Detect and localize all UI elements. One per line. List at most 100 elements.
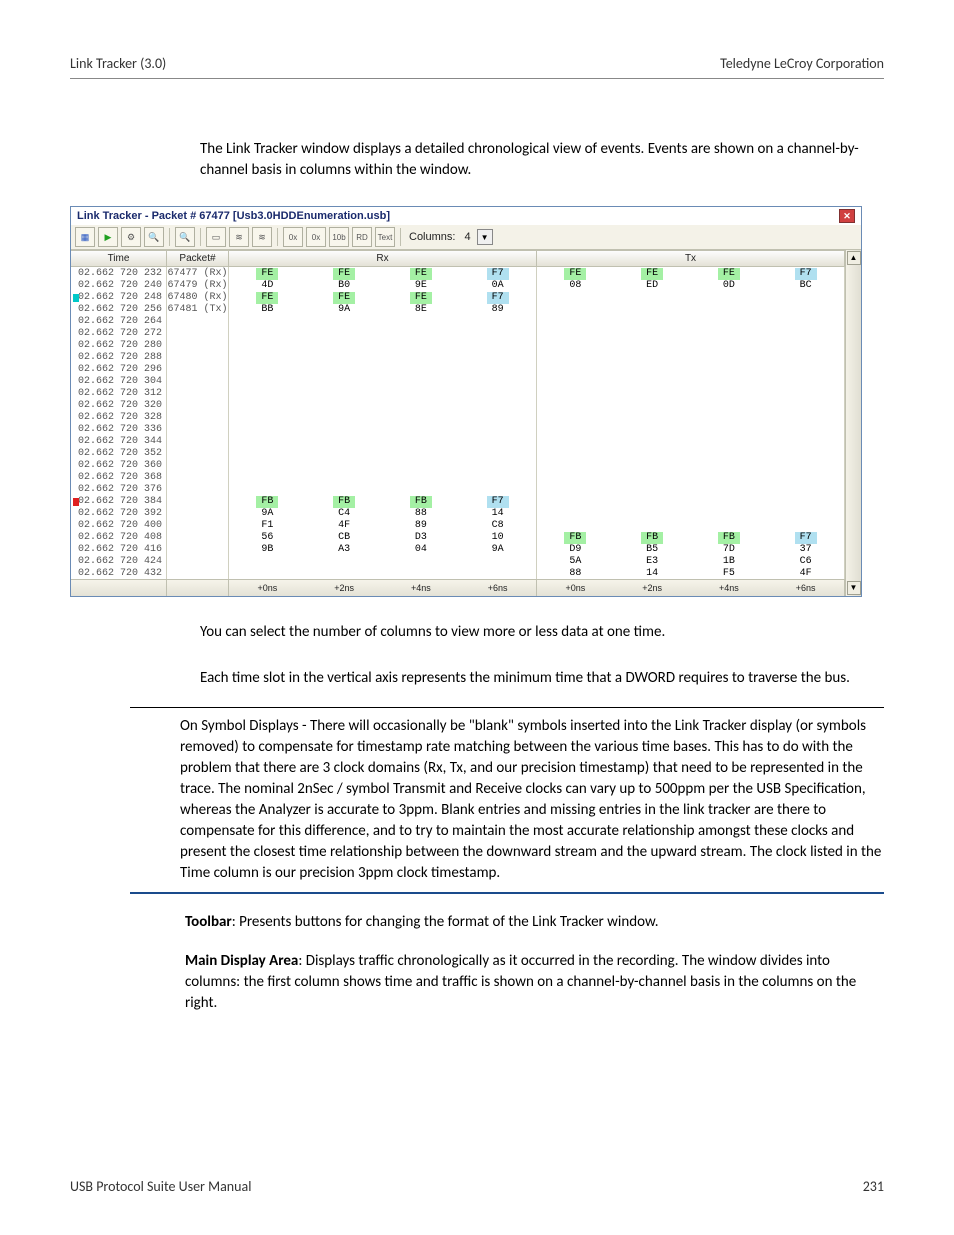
rx-cell — [383, 352, 460, 364]
tx-group: FE08FBD95A88CEFEEDFBB5E314D0 FE0DFB7D1BF… — [537, 267, 845, 579]
col-tx-header: Tx — [537, 251, 845, 266]
rx-cell — [229, 376, 306, 388]
rx-cell — [306, 568, 383, 579]
tx-cell — [691, 304, 768, 316]
rx-cell — [306, 316, 383, 328]
page-header: Link Tracker (3.0) Teledyne LeCroy Corpo… — [70, 55, 884, 79]
time-cell: 02.662 720 368 — [71, 472, 166, 484]
offset-cell: +6ns — [459, 582, 536, 594]
tx-cell — [614, 496, 691, 508]
toolbar-separator — [277, 228, 278, 246]
rx-cell — [459, 352, 536, 364]
hex-a-icon[interactable]: 0x — [283, 227, 303, 247]
rx-cell — [306, 376, 383, 388]
rd-icon[interactable]: RD — [352, 227, 372, 247]
rx-cell: FE — [333, 268, 355, 280]
tx-cell — [537, 508, 614, 520]
vertical-scrollbar[interactable]: ▲ ▼ — [845, 250, 861, 596]
tx-cell: 0D — [691, 280, 768, 292]
tx-cell: FE — [641, 268, 663, 280]
scroll-down-icon[interactable]: ▼ — [847, 581, 861, 595]
rx-cell — [306, 364, 383, 376]
tx-cell — [767, 304, 844, 316]
tx-cell — [614, 472, 691, 484]
rx-cell — [459, 484, 536, 496]
tx-cell: 14 — [614, 568, 691, 579]
toolbar-separator — [200, 228, 201, 246]
play-icon[interactable]: ▶ — [98, 227, 118, 247]
tx-cell — [614, 340, 691, 352]
symbol-displays-note: On Symbol Displays - There will occasion… — [130, 707, 884, 894]
tx-cell — [537, 412, 614, 424]
rx-cell: FB — [410, 496, 432, 508]
rx-cell — [229, 472, 306, 484]
scroll-up-icon[interactable]: ▲ — [847, 251, 861, 265]
rx-cell — [459, 364, 536, 376]
grid-data-area[interactable]: 02.662 720 23202.662 720 24002.662 720 2… — [71, 267, 845, 579]
window-titlebar: Link Tracker - Packet # 67477 [Usb3.0HDD… — [71, 207, 861, 225]
time-cell: 02.662 720 416 — [71, 544, 166, 556]
10b-icon[interactable]: 10b — [329, 227, 349, 247]
tx-cell — [767, 412, 844, 424]
rx-cell: FE — [256, 268, 278, 280]
tx-cell — [691, 508, 768, 520]
tx-cell — [691, 412, 768, 424]
rx-cell: 4D — [229, 280, 306, 292]
time-cell: 02.662 720 408 — [71, 532, 166, 544]
tx-cell: FB — [564, 532, 586, 544]
page-icon[interactable]: ▭ — [206, 227, 226, 247]
rx-cell: C4 — [306, 508, 383, 520]
rx-cell — [383, 568, 460, 579]
time-cell: 02.662 720 384 — [71, 496, 166, 508]
rx-cell — [306, 556, 383, 568]
columns-dropdown[interactable]: ▼ — [477, 229, 493, 245]
cyan-marker-icon — [73, 294, 79, 302]
footer-right: 231 — [863, 1178, 884, 1195]
tx-cell: BC — [767, 280, 844, 292]
zoom-out-icon[interactable]: 🔍 — [175, 227, 195, 247]
close-icon[interactable]: ✕ — [839, 209, 855, 223]
tx-cell — [691, 484, 768, 496]
tx-cell — [691, 376, 768, 388]
tx-cell — [767, 448, 844, 460]
rx-cell: FE — [410, 268, 432, 280]
rx-cell: F1 — [229, 520, 306, 532]
rx-cell — [383, 556, 460, 568]
tx-cell — [537, 496, 614, 508]
rx-cell — [383, 388, 460, 400]
hex-b-icon[interactable]: 0x — [306, 227, 326, 247]
tx-cell — [691, 340, 768, 352]
paragraph-columns: You can select the number of columns to … — [200, 622, 884, 643]
offset-cell: +2ns — [306, 582, 383, 594]
tx-cell — [537, 364, 614, 376]
wave1-icon[interactable]: ≋ — [229, 227, 249, 247]
rx-cell — [383, 376, 460, 388]
grid-icon[interactable]: ▦ — [75, 227, 95, 247]
rx-cell: 9A — [459, 544, 536, 556]
rx-cell: BB — [229, 304, 306, 316]
rx-cell — [459, 388, 536, 400]
tx-cell — [537, 352, 614, 364]
rx-cell: 4F — [306, 520, 383, 532]
offset-cell: +2ns — [614, 582, 691, 594]
columns-value: 4 — [464, 231, 470, 243]
zoom-in-icon[interactable]: 🔍 — [144, 227, 164, 247]
time-cell: 02.662 720 424 — [71, 556, 166, 568]
time-cell: 02.662 720 232 — [71, 268, 166, 280]
rx-cell — [383, 340, 460, 352]
tx-cell — [767, 424, 844, 436]
text-icon[interactable]: Text — [375, 227, 395, 247]
rx-cell — [459, 460, 536, 472]
rx-cell: 9A — [306, 304, 383, 316]
rx-cell — [383, 448, 460, 460]
tx-cell: D9 — [537, 544, 614, 556]
rx-group: FE4DFEBBFB9AF1569BFEB0FE9AFBC44FCBA3 FE9… — [229, 267, 537, 579]
rx-cell: B0 — [306, 280, 383, 292]
tx-cell — [767, 388, 844, 400]
rx-cell — [383, 328, 460, 340]
rx-cell: CB — [306, 532, 383, 544]
wave2-icon[interactable]: ≋ — [252, 227, 272, 247]
rx-cell — [459, 340, 536, 352]
tune-icon[interactable]: ⚙ — [121, 227, 141, 247]
tx-cell — [767, 436, 844, 448]
